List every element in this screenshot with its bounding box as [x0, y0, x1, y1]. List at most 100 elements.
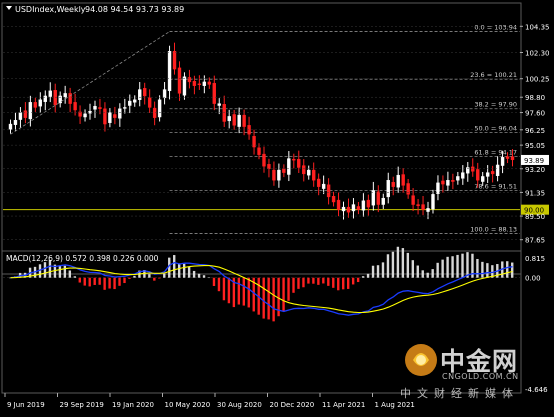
macd-histogram-bar	[406, 252, 410, 278]
candle-bull	[8, 123, 13, 130]
macd-histogram-bar	[133, 275, 136, 278]
candle-bear	[366, 199, 371, 208]
macd-histogram-bar	[88, 277, 91, 287]
candle-bear	[326, 184, 331, 198]
macd-histogram-bar	[441, 259, 444, 278]
macd-histogram-bar	[247, 277, 250, 308]
candle-bear	[316, 178, 321, 187]
candle-bull	[396, 174, 400, 188]
macd-histogram-bar	[466, 252, 469, 278]
chart-window[interactable]: 0.0 = 103.94 23.6 = 100.21 38.2 = 97.90 50.…	[0, 0, 554, 413]
macd-histogram-bar	[58, 265, 62, 278]
macd-histogram-bar	[307, 277, 310, 284]
macd-histogram-bar	[431, 269, 434, 278]
candle-bear	[262, 153, 266, 167]
macd-histogram-bar	[242, 277, 245, 306]
macd-histogram-bar	[267, 277, 270, 320]
price-tick-label: 93.20	[525, 166, 545, 174]
symbol-label: USDIndex,Weekly	[15, 5, 86, 14]
candle-bull	[43, 95, 47, 102]
candle-bull	[456, 176, 460, 181]
candle-bear	[312, 169, 316, 181]
macd-histogram-bar	[351, 277, 355, 285]
macd-histogram-bar	[327, 277, 330, 286]
price-tick-label: 89.50	[525, 213, 545, 221]
macd-histogram-bar	[118, 277, 121, 286]
price-tick-label: 104.35	[525, 23, 550, 31]
macd-axis-label: 0.815	[525, 255, 545, 263]
macd-histogram-bar	[202, 275, 206, 278]
macd-histogram-bar	[123, 277, 126, 284]
candle-bear	[376, 191, 381, 205]
macd-histogram-bar	[486, 263, 489, 278]
candle-bull	[202, 81, 207, 86]
macd-histogram-bar	[401, 248, 405, 278]
price-tick-label: 97.60	[525, 110, 545, 118]
candlestick-series	[8, 42, 515, 220]
macd-histogram-bar	[272, 277, 275, 322]
price-tick-label: 95.05	[525, 142, 545, 150]
ohlc-values: 94.08 94.54 93.73 93.89	[85, 5, 184, 14]
macd-label: MACD(12,26,9) 0.572 0.398 0.226 0.000	[6, 254, 159, 263]
macd-histogram-bar	[292, 277, 295, 293]
macd-histogram-bar	[456, 254, 459, 278]
time-tick-label: 11 Apr 2021	[322, 401, 365, 409]
time-tick-label: 1 Aug 2021	[375, 401, 415, 409]
candle-bull	[88, 111, 92, 114]
macd-histogram-bar	[282, 277, 285, 312]
macd-histogram-bar	[158, 277, 161, 279]
macd-histogram-bar	[371, 265, 375, 278]
macd-histogram-bar	[173, 255, 176, 278]
candle-bear	[212, 82, 216, 104]
candle-bear	[222, 104, 226, 122]
candle-bull	[341, 206, 346, 212]
candle-bull	[18, 112, 23, 120]
candle-bear	[336, 199, 341, 210]
time-tick-label: 19 Jan 2020	[112, 401, 154, 409]
macd-histogram-bar	[222, 277, 226, 301]
macd-histogram-bar	[346, 277, 350, 289]
candle-bear	[490, 171, 495, 175]
candle-bear	[192, 81, 197, 86]
fib-level-label: 0.0 = 103.94	[474, 24, 517, 32]
macd-histogram-bar	[312, 277, 315, 284]
candle-bear	[406, 183, 410, 195]
fib-level-label: 50.0 = 96.04	[474, 124, 517, 132]
candle-bear	[331, 196, 336, 203]
candle-bear	[302, 165, 306, 175]
candle-bear	[476, 169, 480, 181]
macd-histogram-bar	[163, 273, 166, 278]
macd-histogram-bar	[396, 246, 400, 278]
candle-bull	[481, 176, 485, 182]
candle-bull	[217, 103, 221, 106]
horizontal-line-90[interactable]: 90.0093.89	[3, 154, 549, 215]
symbol-dropdown-icon[interactable]	[6, 6, 12, 10]
candle-bear	[272, 169, 276, 181]
candle-bull	[118, 108, 122, 119]
macd-histogram-bar	[356, 277, 360, 283]
macd-histogram-bar	[361, 276, 365, 278]
candle-bear	[451, 180, 455, 182]
macd-histogram-bar	[187, 266, 191, 278]
macd-histogram-bar	[103, 277, 106, 290]
fibonacci-levels[interactable]: 0.0 = 103.94 23.6 = 100.21 38.2 = 97.90 50.…	[169, 24, 520, 234]
chart-header: USDIndex,Weekly 94.08 94.54 93.73 93.89	[6, 5, 184, 14]
price-tick-label: 100.25	[525, 76, 550, 84]
macd-histogram-bar	[391, 251, 395, 278]
watermark-tagline: 中文财经新媒体	[400, 387, 519, 400]
price-tick-label: 96.25	[525, 127, 545, 135]
candle-bear	[267, 164, 271, 169]
macd-histogram-bar	[342, 277, 345, 290]
candle-bull	[237, 114, 241, 127]
macd-histogram-bar	[421, 270, 424, 278]
candle-bear	[252, 135, 256, 148]
candle-bear	[232, 114, 236, 126]
candle-bull	[386, 180, 390, 198]
macd-histogram-bar	[207, 277, 211, 279]
macd-histogram-bar	[481, 261, 484, 278]
macd-histogram-bar	[262, 277, 265, 319]
cngold-logo-icon	[405, 344, 437, 376]
price-tick-label: 91.35	[525, 189, 545, 197]
macd-histogram-bar	[227, 277, 231, 304]
candle-bull	[38, 99, 42, 107]
